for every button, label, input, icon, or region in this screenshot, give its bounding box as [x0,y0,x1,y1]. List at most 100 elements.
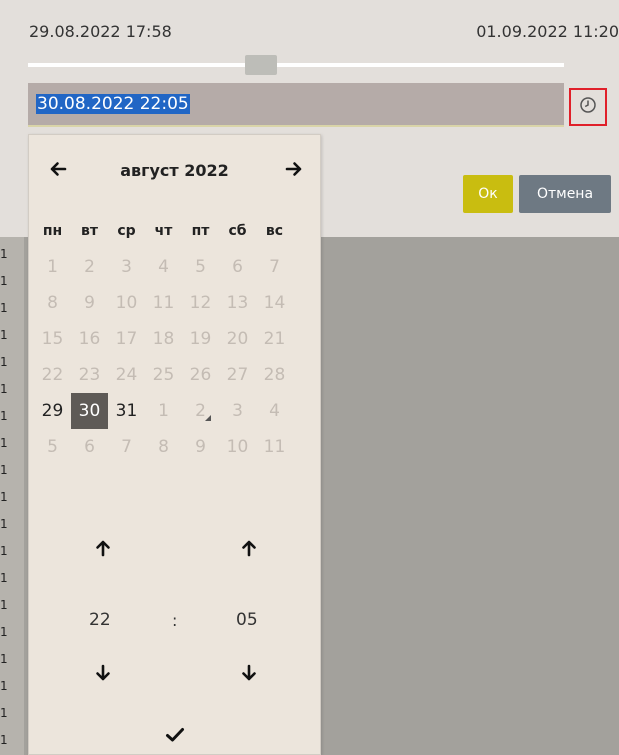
calendar-day-number: 2 [84,257,95,277]
weekday-header-row: пн вт ср чт пт сб вс [34,213,293,249]
calendar-day[interactable]: 31 [108,393,145,429]
calendar-day[interactable]: 17 [108,321,145,357]
cancel-button[interactable]: Отмена [519,175,611,213]
minute-increment-button[interactable] [234,535,264,565]
calendar-day[interactable]: 2 [182,393,219,429]
background-table-strip: 1 1 1 1 1 1 1 1 1 1 1 1 1 1 1 1 1 1 1 [0,237,24,755]
range-slider-track[interactable] [28,63,564,67]
calendar-day-selected[interactable]: 30 [71,393,108,429]
calendar-day-number: 6 [232,257,243,277]
calendar-day[interactable]: 25 [145,357,182,393]
calendar-day[interactable]: 6 [219,249,256,285]
calendar-day-number: 10 [115,293,138,313]
calendar-day-number: 7 [269,257,280,277]
calendar-day-number: 11 [152,293,175,313]
calendar-day[interactable]: 1 [34,249,71,285]
calendar-day[interactable]: 22 [34,357,71,393]
calendar-day[interactable]: 13 [219,285,256,321]
calendar-day[interactable]: 11 [256,429,293,465]
calendar-day[interactable]: 8 [34,285,71,321]
ok-button[interactable]: Ок [463,175,513,213]
background-row-number: 1 [0,274,8,288]
background-row-number: 1 [0,733,8,747]
calendar-day[interactable]: 3 [219,393,256,429]
month-year-title[interactable]: август 2022 [29,161,320,180]
calendar-day[interactable]: 1 [145,393,182,429]
calendar-day[interactable]: 9 [182,429,219,465]
calendar-day-number: 18 [152,329,175,349]
calendar-day[interactable]: 24 [108,357,145,393]
datetime-picker-popup: август 2022 пн вт ср чт пт сб вс 1 2 3 4 5 6 7 8 9 10 11… [28,134,321,755]
calendar-day[interactable]: 26 [182,357,219,393]
calendar-day[interactable]: 4 [256,393,293,429]
datetime-input[interactable]: 30.08.2022 22:05 [28,83,564,127]
day-marker-triangle [205,415,211,421]
weekday-label: вс [265,223,284,239]
arrow-right-icon [285,161,303,181]
weekday-label: пн [42,223,63,239]
background-row-number: 1 [0,652,8,666]
calendar-day[interactable]: 3 [108,249,145,285]
calendar-week-row: 29 30 31 1 2 3 4 [34,393,293,429]
calendar-day[interactable]: 5 [34,429,71,465]
calendar-day-number: 23 [78,365,101,385]
calendar-day-number: 1 [47,257,58,277]
calendar-day-number: 27 [226,365,249,385]
range-slider-handle[interactable] [245,55,277,75]
calendar-day-number: 8 [47,293,58,313]
calendar-day[interactable]: 21 [256,321,293,357]
calendar-day-number: 5 [195,257,206,277]
calendar-day[interactable]: 5 [182,249,219,285]
calendar-day-number: 20 [226,329,249,349]
calendar-day[interactable]: 10 [108,285,145,321]
weekday-label: сб [228,223,247,239]
calendar-day[interactable]: 15 [34,321,71,357]
clock-toggle-button[interactable] [569,88,607,126]
hour-decrement-button[interactable] [88,660,118,690]
calendar-day[interactable]: 8 [145,429,182,465]
confirm-time-button[interactable] [160,725,190,749]
clock-icon [579,96,597,118]
calendar-day[interactable]: 20 [219,321,256,357]
calendar-week-row: 22 23 24 25 26 27 28 [34,357,293,393]
calendar-day[interactable]: 29 [34,393,71,429]
calendar-day-number: 6 [84,437,95,457]
calendar-day[interactable]: 11 [145,285,182,321]
calendar-day[interactable]: 7 [108,429,145,465]
calendar-day[interactable]: 27 [219,357,256,393]
background-row-number: 1 [0,490,8,504]
calendar-day[interactable]: 9 [71,285,108,321]
calendar-day[interactable]: 12 [182,285,219,321]
calendar-day[interactable]: 4 [145,249,182,285]
minute-decrement-button[interactable] [234,660,264,690]
calendar-day-number: 17 [115,329,138,349]
background-row-number: 1 [0,571,8,585]
background-row-number: 1 [0,463,8,477]
arrow-down-icon [95,664,111,686]
calendar-day-number: 30 [78,401,101,421]
calendar-day[interactable]: 14 [256,285,293,321]
calendar-day-number: 3 [232,401,243,421]
calendar-day[interactable]: 7 [256,249,293,285]
calendar-day[interactable]: 19 [182,321,219,357]
calendar-day-number: 13 [226,293,249,313]
calendar-day[interactable]: 2 [71,249,108,285]
calendar-day[interactable]: 18 [145,321,182,357]
calendar-week-row: 1 2 3 4 5 6 7 [34,249,293,285]
datetime-input-value[interactable]: 30.08.2022 22:05 [36,94,190,114]
calendar-day-number: 29 [41,401,64,421]
hour-increment-button[interactable] [88,535,118,565]
background-row-number: 1 [0,436,8,450]
calendar-day[interactable]: 6 [71,429,108,465]
next-month-button[interactable] [285,157,303,185]
calendar-day[interactable]: 16 [71,321,108,357]
calendar-day[interactable]: 23 [71,357,108,393]
calendar-day-number: 28 [263,365,286,385]
arrow-down-icon [241,664,257,686]
minute-value[interactable]: 05 [236,610,258,630]
background-row-number: 1 [0,328,8,342]
calendar-day-number: 9 [84,293,95,313]
hour-value[interactable]: 22 [89,610,111,630]
calendar-day[interactable]: 10 [219,429,256,465]
calendar-day[interactable]: 28 [256,357,293,393]
